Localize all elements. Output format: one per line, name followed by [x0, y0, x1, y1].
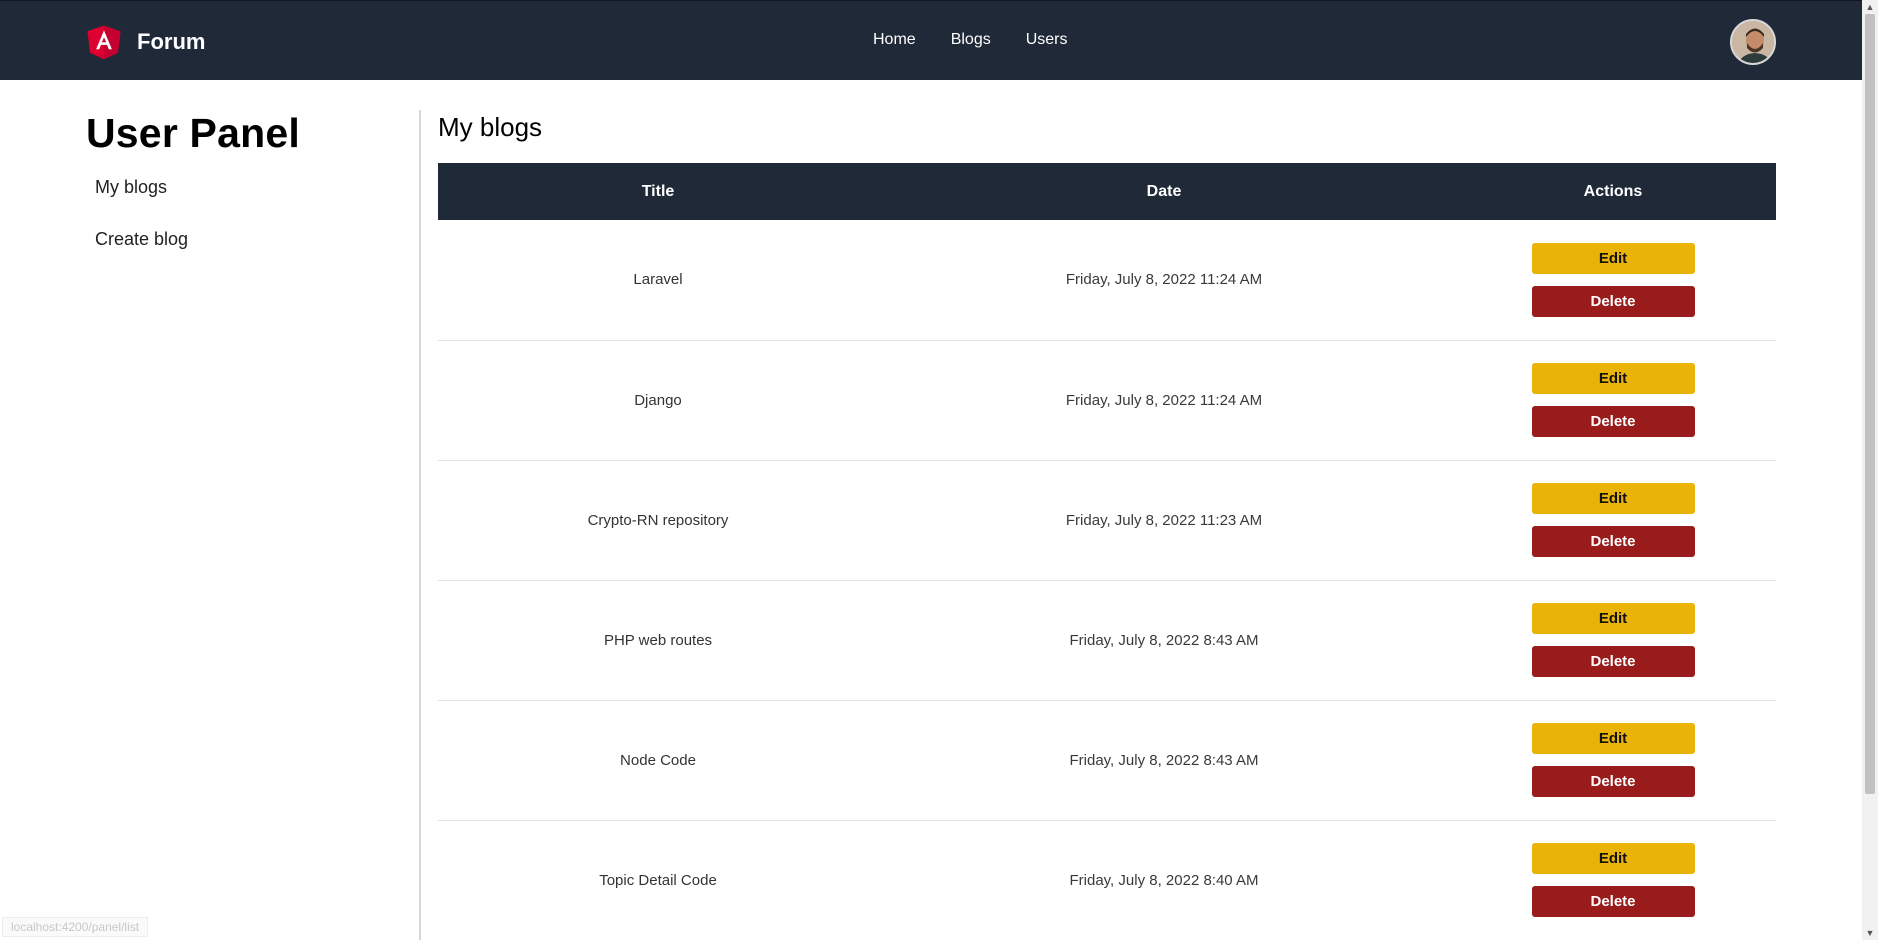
- brand[interactable]: Forum: [86, 22, 205, 62]
- delete-button[interactable]: Delete: [1531, 285, 1695, 317]
- page-title: My blogs: [438, 112, 543, 142]
- avatar-icon: [1732, 21, 1774, 63]
- page-scrollbar[interactable]: ▲ ▼: [1862, 0, 1878, 940]
- blog-date: Friday, July 8, 2022 11:23 AM: [1065, 511, 1263, 529]
- vertical-divider: [419, 110, 421, 940]
- blogs-table: Title Date Actions Laravel Friday, July …: [438, 163, 1776, 940]
- blog-date: Friday, July 8, 2022 11:24 AM: [1065, 271, 1263, 289]
- blog-date: Friday, July 8, 2022 8:43 AM: [1069, 631, 1259, 649]
- edit-button[interactable]: Edit: [1531, 363, 1695, 394]
- delete-button[interactable]: Delete: [1531, 886, 1695, 917]
- sidebar: User Panel My blogs Create blog: [86, 110, 406, 250]
- blog-title: Django: [634, 391, 682, 409]
- edit-button[interactable]: Edit: [1531, 242, 1695, 274]
- panel-title: User Panel: [86, 110, 300, 156]
- main-content: My blogs Title Date Actions Laravel Frid…: [438, 112, 1776, 940]
- blog-date: Friday, July 8, 2022 8:40 AM: [1069, 871, 1259, 889]
- scroll-up-arrow-icon[interactable]: ▲: [1865, 2, 1875, 12]
- table-header-row: Title Date Actions: [438, 163, 1776, 220]
- blog-title: Topic Detail Code: [599, 871, 717, 889]
- table-row: Django Friday, July 8, 2022 11:24 AM Edi…: [438, 340, 1776, 460]
- blog-title: Crypto-RN repository: [587, 511, 729, 529]
- blog-actions: Edit Delete: [1450, 340, 1776, 460]
- nav-link-users[interactable]: Users: [1026, 31, 1068, 49]
- edit-button[interactable]: Edit: [1531, 603, 1695, 634]
- table-row: PHP web routes Friday, July 8, 2022 8:43…: [438, 580, 1776, 700]
- edit-button[interactable]: Edit: [1531, 723, 1695, 754]
- delete-button[interactable]: Delete: [1531, 526, 1695, 557]
- page: Forum Home Blogs Users User Panel My blo…: [0, 0, 1878, 940]
- blog-title: Laravel: [633, 271, 683, 289]
- nav-link-home[interactable]: Home: [873, 31, 916, 49]
- table-row: Topic Detail Code Friday, July 8, 2022 8…: [438, 820, 1776, 940]
- scrollbar-thumb[interactable]: [1865, 14, 1875, 794]
- edit-button[interactable]: Edit: [1531, 843, 1695, 874]
- blog-actions: Edit Delete: [1450, 220, 1776, 340]
- column-header-actions: Actions: [1583, 182, 1643, 200]
- angular-logo-icon: [87, 25, 121, 60]
- table-body: Laravel Friday, July 8, 2022 11:24 AM Ed…: [438, 220, 1776, 940]
- nav-link-blogs[interactable]: Blogs: [951, 31, 991, 49]
- column-header-date: Date: [1146, 182, 1182, 200]
- blog-date: Friday, July 8, 2022 8:43 AM: [1069, 751, 1259, 769]
- sidebar-item-create-blog[interactable]: Create blog: [95, 229, 406, 250]
- brand-name: Forum: [137, 29, 206, 54]
- blog-actions: Edit Delete: [1450, 700, 1776, 820]
- delete-button[interactable]: Delete: [1531, 766, 1695, 797]
- blog-title: PHP web routes: [603, 631, 713, 649]
- table-row: Crypto-RN repository Friday, July 8, 202…: [438, 460, 1776, 580]
- blog-actions: Edit Delete: [1450, 820, 1776, 940]
- edit-button[interactable]: Edit: [1531, 483, 1695, 514]
- scroll-down-arrow-icon[interactable]: ▼: [1865, 928, 1875, 938]
- blog-title: Node Code: [620, 751, 696, 769]
- status-url: localhost:4200/panel/list: [2, 917, 149, 937]
- top-navbar: Forum Home Blogs Users: [0, 0, 1862, 80]
- blog-date: Friday, July 8, 2022 11:24 AM: [1065, 391, 1263, 409]
- table-row: Laravel Friday, July 8, 2022 11:24 AM Ed…: [438, 220, 1776, 340]
- table-row: Node Code Friday, July 8, 2022 8:43 AM E…: [438, 700, 1776, 820]
- delete-button[interactable]: Delete: [1531, 406, 1695, 437]
- table-header: Title Date Actions: [438, 163, 1776, 220]
- column-header-title: Title: [641, 182, 675, 200]
- blog-actions: Edit Delete: [1450, 460, 1776, 580]
- user-avatar[interactable]: [1730, 19, 1776, 65]
- delete-button[interactable]: Delete: [1531, 646, 1695, 677]
- sidebar-item-my-blogs[interactable]: My blogs: [95, 177, 406, 198]
- blog-actions: Edit Delete: [1450, 580, 1776, 700]
- nav-links: Home Blogs Users: [873, 31, 1103, 49]
